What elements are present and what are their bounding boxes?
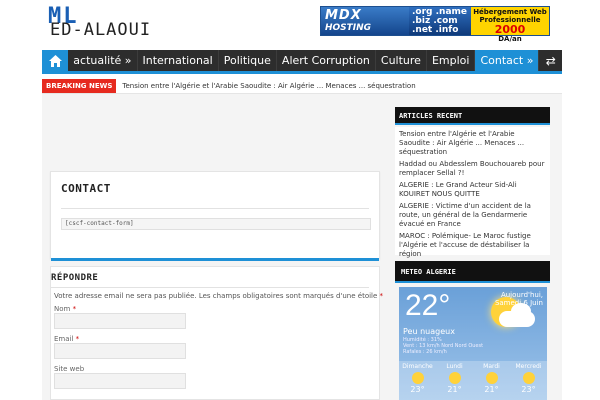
reply-note: Votre adresse email ne sera pas publiée.… (54, 292, 383, 300)
divider (51, 287, 369, 288)
site-logo[interactable]: ML ED-ALAOUI (48, 4, 174, 40)
contact-page-box: CONTACT [cscf-contact-form] (50, 171, 380, 261)
name-label-text: Nom (54, 305, 71, 313)
recent-article-link[interactable]: ALGERIE : Victime d'un accident de la ro… (399, 202, 546, 229)
page-title: CONTACT (61, 182, 111, 195)
name-label: Nom * (54, 305, 76, 313)
ad-brand-panel: MDX HOSTING (321, 7, 409, 35)
recent-articles-list: Tension entre l'Algérie et l'Arabie Saou… (395, 127, 550, 258)
gusts: Rafales : 26 km/h (403, 349, 447, 355)
weather-date: Aujourd'hui, Samedi 6 Juin (495, 291, 543, 307)
nav-item-actualite[interactable]: actualité » (68, 50, 138, 71)
random-article-button[interactable]: ⇄ (539, 50, 562, 71)
forecast-temp: 23° (410, 385, 425, 394)
name-field[interactable] (54, 313, 186, 329)
website-field[interactable] (54, 373, 186, 389)
reply-title: RÉPONDRE (51, 273, 99, 283)
weather-heading: METEO ALGERIE (395, 261, 550, 283)
forecast-day-name: Mercredi (515, 363, 542, 370)
nav-item-culture[interactable]: Culture (376, 50, 427, 71)
weather-forecast: Dimanche 23° Lundi 21° Mardi 21° Mercred… (399, 361, 547, 400)
required-mark: * (75, 335, 80, 343)
sun-icon (448, 372, 461, 384)
forecast-temp: 21° (447, 385, 462, 394)
sun-icon (411, 372, 424, 384)
forecast-day: Mercredi 23° (510, 361, 547, 400)
hosting-ad-banner[interactable]: MDX HOSTING .org .name .biz .com .net .i… (320, 6, 550, 44)
breaking-news-bar: BREAKING NEWS Tension entre l'Algérie et… (42, 78, 562, 94)
ad-hosting-label: HOSTING (325, 23, 372, 33)
nav-item-alert-corruption[interactable]: Alert Corruption (277, 50, 376, 71)
forecast-temp: 21° (484, 385, 499, 394)
recent-article-link[interactable]: Tension entre l'Algérie et l'Arabie Saou… (399, 130, 546, 157)
website-label: Site web (54, 365, 85, 373)
weather-details: Humidité : 31% Vent : 13 km/h Nord Nord … (403, 337, 483, 355)
current-temperature: 22° (405, 289, 451, 322)
reply-note-text: Votre adresse email ne sera pas publiée.… (54, 292, 378, 300)
nav-item-international[interactable]: International (138, 50, 219, 71)
logo-subtitle: ED-ALAOUI (50, 20, 152, 40)
nav-item-politique[interactable]: Politique (219, 50, 277, 71)
email-label: Email * (54, 335, 79, 343)
recent-articles-heading: ARTICLES RECENT (395, 107, 550, 125)
forecast-day-name: Mardi (483, 363, 500, 370)
accent-bar (51, 258, 379, 261)
weather-condition: Peu nuageux (403, 327, 455, 336)
nav-item-emploi[interactable]: Emploi (427, 50, 476, 71)
contact-form-shortcode: [cscf-contact-form] (61, 218, 371, 230)
cloud-icon (499, 311, 535, 327)
ad-domains: .org .name .biz .com .net .info .se (409, 7, 471, 44)
ad-brand: MDX (325, 8, 362, 23)
email-label-text: Email (54, 335, 74, 343)
divider (61, 208, 369, 209)
today-label: Aujourd'hui, (500, 291, 543, 299)
sun-icon (522, 372, 535, 384)
shuffle-icon: ⇄ (545, 53, 556, 68)
breaking-news-tag: BREAKING NEWS (42, 78, 117, 93)
forecast-day-name: Lundi (446, 363, 463, 370)
email-field[interactable] (54, 343, 186, 359)
breaking-news-link[interactable]: Tension entre l'Algérie et l'Arabie Saou… (116, 82, 415, 90)
sun-icon (485, 372, 498, 384)
recent-article-link[interactable]: Haddad ou Abdesslem Bouchouareb pour rem… (399, 160, 546, 178)
recent-article-link[interactable]: MAROC : Polémique- Le Maroc fustige l'Al… (399, 232, 546, 259)
ad-offer: Hébergement Web Professionnelle 2000 DA/… (471, 7, 549, 43)
nav-item-contact[interactable]: Contact » (475, 50, 540, 71)
forecast-day: Lundi 21° (436, 361, 473, 400)
ad-price-unit: DA/an (498, 35, 522, 43)
ad-offer-title: Hébergement Web Professionnelle (473, 8, 547, 24)
required-mark: * (379, 292, 384, 300)
today-date: Samedi 6 Juin (494, 299, 543, 307)
forecast-temp: 23° (521, 385, 536, 394)
home-icon (48, 54, 62, 67)
required-mark: * (72, 305, 77, 313)
forecast-day: Dimanche 23° (399, 361, 436, 400)
ad-price: 2000 (494, 23, 526, 36)
recent-article-link[interactable]: ALGERIE : Le Grand Acteur Sid-Ali KOUIRE… (399, 181, 546, 199)
reply-form: RÉPONDRE Votre adresse email ne sera pas… (50, 266, 383, 400)
main-nav: actualité » International Politique Aler… (42, 50, 562, 74)
site-header: ML ED-ALAOUI MDX HOSTING .org .name .biz… (0, 0, 600, 44)
forecast-day-name: Dimanche (402, 363, 433, 370)
weather-widget[interactable]: 22° Aujourd'hui, Samedi 6 Juin Peu nuage… (399, 287, 547, 400)
forecast-day: Mardi 21° (473, 361, 510, 400)
home-button[interactable] (42, 50, 69, 71)
